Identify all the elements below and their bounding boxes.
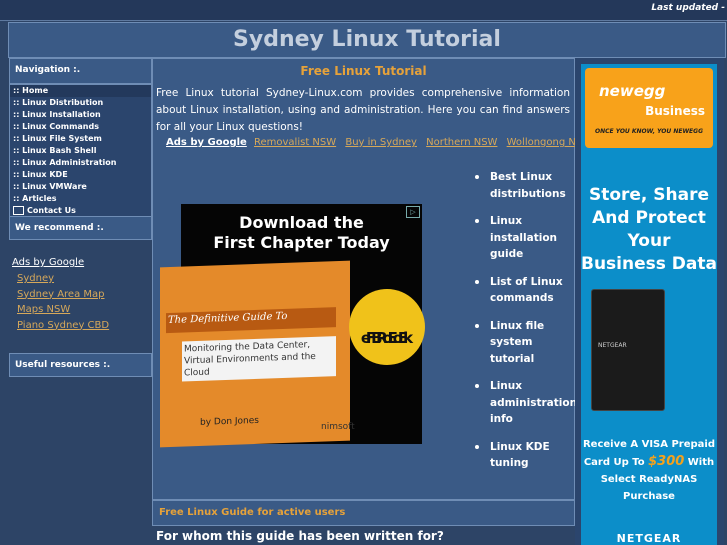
ebook-label: eBook — [360, 329, 414, 347]
ads-by-google-label[interactable]: Ads by Google — [12, 257, 148, 268]
book-cover: The Definitive Guide To Monitoring the D… — [160, 260, 350, 448]
nav-item-linux-commands[interactable]: :: Linux Commands — [10, 121, 151, 133]
main-content: Free Linux Tutorial Free Linux tutorial … — [152, 58, 592, 500]
nav-item-linux-kde[interactable]: :: Linux KDE — [10, 169, 151, 181]
nav-item-linux-administration[interactable]: :: Linux Administration — [10, 157, 151, 169]
right-ad-column: newegg Business ONCE YOU KNOW, YOU NEWEG… — [575, 58, 724, 545]
page-title: Free Linux Tutorial — [300, 64, 427, 78]
intro-paragraph: Free Linux tutorial Sydney-Linux.com pro… — [156, 87, 570, 133]
topic-best-distributions[interactable]: Best Linux distributions — [475, 169, 567, 202]
offer-line-1: Receive A VISA Prepaid — [582, 439, 716, 450]
nav-item-articles[interactable]: :: Articles — [10, 193, 151, 205]
nav-item-linux-distribution[interactable]: :: Linux Distribution — [10, 97, 151, 109]
ad-link-piano-sydney-cbd[interactable]: Piano Sydney CBD — [17, 318, 148, 334]
guide-title: Free Linux Guide for active users — [159, 507, 346, 518]
site-title: Sydney Linux Tutorial — [233, 27, 501, 52]
newegg-slogan: ONCE YOU KNOW, YOU NEWEGG — [594, 128, 704, 135]
topic-administration-info[interactable]: Linux administration info — [475, 378, 577, 428]
site-header: Sydney Linux Tutorial — [8, 22, 726, 58]
banner-headline: Download the First Chapter Today — [181, 213, 422, 253]
publisher-logo: nimsoft — [321, 422, 355, 432]
netgear-logo: NETGEAR — [616, 532, 682, 545]
skyscraper-headline: Store, Share And Protect Your Business D… — [581, 184, 717, 276]
offer-price: $300 — [648, 454, 685, 469]
newegg-name: newegg — [599, 82, 666, 100]
newegg-business: Business — [645, 104, 705, 118]
ad-link-sydney-area-map[interactable]: Sydney Area Map — [17, 287, 148, 303]
last-updated: Last updated - — [651, 3, 725, 13]
book-author: by Don Jones — [200, 415, 259, 428]
top-bar: Last updated - — [0, 0, 727, 21]
left-sidebar: Navigation :. :: Home :: Linux Distribut… — [8, 58, 152, 545]
topic-kde-tuning[interactable]: Linux KDE tuning — [475, 439, 567, 472]
recommend-heading: We recommend :. — [9, 216, 152, 240]
contact-us-label: Contact Us — [27, 206, 76, 215]
home-icon — [13, 206, 24, 215]
offer-line-3: With — [687, 457, 715, 468]
useful-resources-title: Useful resources :. — [15, 360, 111, 370]
navigation-heading: Navigation :. — [9, 58, 152, 84]
nav-item-linux-file-system[interactable]: :: Linux File System — [10, 133, 151, 145]
newegg-skyscraper-ad[interactable]: newegg Business ONCE YOU KNOW, YOU NEWEG… — [581, 64, 717, 545]
topic-file-system-tutorial[interactable]: Linux file system tutorial — [475, 318, 567, 368]
nas-device-image: NETGEAR — [591, 289, 665, 411]
skyscraper-headline-line-3: Business Data — [581, 254, 717, 274]
useful-resources-heading: Useful resources :. — [9, 353, 152, 377]
offer-line-2: Card Up To — [583, 457, 645, 468]
banner-headline-line-1: Download the — [239, 213, 364, 232]
ebook-banner-ad[interactable]: ▷ Download the First Chapter Today The D… — [160, 204, 425, 448]
ad-link-buy-in-sydney[interactable]: Buy in Sydney — [345, 137, 417, 148]
guide-heading: Free Linux Guide for active users — [152, 500, 575, 526]
skyscraper-headline-line-2: And Protect Your — [592, 208, 706, 251]
nav-item-linux-bash-shell[interactable]: :: Linux Bash Shell — [10, 145, 151, 157]
ad-link-maps-nsw[interactable]: Maps NSW — [17, 302, 148, 318]
free-ebook-badge: FREE eBook — [349, 289, 425, 365]
visa-offer: Receive A VISA Prepaid Card Up To $300 W… — [581, 436, 717, 505]
nas-label: NETGEAR — [598, 342, 627, 349]
ad-link-northern-nsw[interactable]: Northern NSW — [426, 137, 497, 148]
topic-installation-guide[interactable]: Linux installation guide — [475, 213, 567, 263]
ads-by-google-link[interactable]: Ads by Google — [166, 137, 247, 148]
ad-link-removalist-nsw[interactable]: Removalist NSW — [254, 137, 336, 148]
top-ad-links: Ads by Google Removalist NSW Buy in Sydn… — [166, 137, 598, 148]
left-ads: Ads by Google Sydney Sydney Area Map Map… — [12, 257, 148, 333]
topic-list: Best Linux distributions Linux installat… — [475, 169, 577, 483]
section-question: For whom this guide has been written for… — [156, 529, 444, 543]
book-subtitle: Monitoring the Data Center, Virtual Envi… — [182, 336, 336, 382]
offer-line-4: Select ReadyNAS Purchase — [600, 474, 698, 502]
navigation-menu: :: Home :: Linux Distribution :: Linux I… — [9, 84, 152, 217]
recommend-title: We recommend :. — [15, 223, 104, 233]
newegg-logo: newegg Business ONCE YOU KNOW, YOU NEWEG… — [585, 68, 713, 148]
topic-list-of-commands[interactable]: List of Linux commands — [475, 274, 567, 307]
banner-headline-line-2: First Chapter Today — [213, 233, 390, 252]
navigation-title: Navigation :. — [15, 65, 81, 75]
ad-link-sydney[interactable]: Sydney — [17, 271, 148, 287]
skyscraper-headline-line-1: Store, Share — [588, 185, 710, 205]
nav-item-linux-installation[interactable]: :: Linux Installation — [10, 109, 151, 121]
nav-item-home[interactable]: :: Home — [10, 85, 151, 97]
nav-item-linux-vmware[interactable]: :: Linux VMWare — [10, 181, 151, 193]
